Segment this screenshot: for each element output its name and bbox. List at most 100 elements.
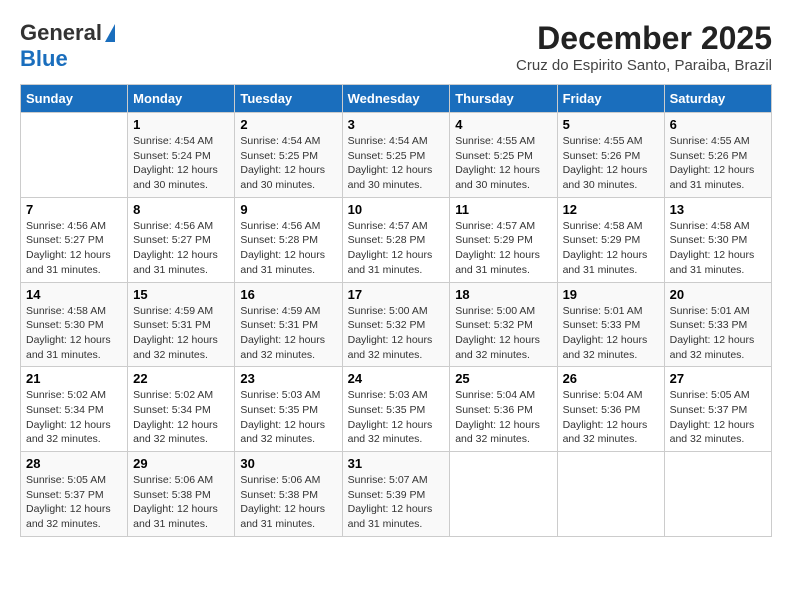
calendar-cell	[557, 452, 664, 537]
calendar-cell: 11 Sunrise: 4:57 AMSunset: 5:29 PMDayligh…	[450, 197, 557, 282]
cell-info: Sunrise: 4:57 AMSunset: 5:28 PMDaylight:…	[348, 219, 445, 278]
day-number: 28	[26, 456, 122, 471]
day-number: 9	[240, 202, 336, 217]
day-number: 29	[133, 456, 229, 471]
calendar-cell: 3 Sunrise: 4:54 AMSunset: 5:25 PMDaylight…	[342, 113, 450, 198]
page-title: December 2025	[516, 20, 772, 57]
cell-info: Sunrise: 5:02 AMSunset: 5:34 PMDaylight:…	[26, 388, 122, 447]
weekday-header: Friday	[557, 85, 664, 113]
calendar-cell: 16 Sunrise: 4:59 AMSunset: 5:31 PMDayligh…	[235, 282, 342, 367]
day-number: 15	[133, 287, 229, 302]
day-number: 22	[133, 371, 229, 386]
calendar-cell: 4 Sunrise: 4:55 AMSunset: 5:25 PMDaylight…	[450, 113, 557, 198]
day-number: 19	[563, 287, 659, 302]
day-number: 14	[26, 287, 122, 302]
day-number: 2	[240, 117, 336, 132]
calendar-cell: 29 Sunrise: 5:06 AMSunset: 5:38 PMDayligh…	[128, 452, 235, 537]
cell-info: Sunrise: 4:58 AMSunset: 5:30 PMDaylight:…	[670, 219, 766, 278]
logo-blue: Blue	[20, 46, 68, 71]
calendar-cell: 30Sunrise: 5:06 AMSunset: 5:38 PMDayligh…	[235, 452, 342, 537]
day-number: 13	[670, 202, 766, 217]
day-number: 4	[455, 117, 551, 132]
cell-info: Sunrise: 5:06 AMSunset: 5:38 PMDaylight:…	[240, 473, 336, 532]
calendar-cell	[450, 452, 557, 537]
calendar-cell: 6 Sunrise: 4:55 AMSunset: 5:26 PMDaylight…	[664, 113, 771, 198]
cell-info: Sunrise: 5:07 AMSunset: 5:39 PMDaylight:…	[348, 473, 445, 532]
cell-info: Sunrise: 4:54 AMSunset: 5:24 PMDaylight:…	[133, 134, 229, 193]
cell-info: Sunrise: 5:05 AMSunset: 5:37 PMDaylight:…	[26, 473, 122, 532]
calendar-cell	[21, 113, 128, 198]
calendar-cell: 1 Sunrise: 4:54 AMSunset: 5:24 PMDaylight…	[128, 113, 235, 198]
day-number: 12	[563, 202, 659, 217]
page-header: General Blue December 2025 Cruz do Espir…	[20, 20, 772, 74]
cell-info: Sunrise: 5:00 AMSunset: 5:32 PMDaylight:…	[348, 304, 445, 363]
calendar-cell	[664, 452, 771, 537]
cell-info: Sunrise: 4:59 AMSunset: 5:31 PMDaylight:…	[240, 304, 336, 363]
calendar-cell: 12 Sunrise: 4:58 AMSunset: 5:29 PMDayligh…	[557, 197, 664, 282]
calendar-cell: 19 Sunrise: 5:01 AMSunset: 5:33 PMDayligh…	[557, 282, 664, 367]
calendar-cell: 15 Sunrise: 4:59 AMSunset: 5:31 PMDayligh…	[128, 282, 235, 367]
cell-info: Sunrise: 4:56 AMSunset: 5:27 PMDaylight:…	[26, 219, 122, 278]
calendar-cell: 18 Sunrise: 5:00 AMSunset: 5:32 PMDayligh…	[450, 282, 557, 367]
cell-info: Sunrise: 4:55 AMSunset: 5:25 PMDaylight:…	[455, 134, 551, 193]
cell-info: Sunrise: 4:56 AMSunset: 5:27 PMDaylight:…	[133, 219, 229, 278]
calendar-cell: 7Sunrise: 4:56 AMSunset: 5:27 PMDaylight…	[21, 197, 128, 282]
calendar-cell: 13 Sunrise: 4:58 AMSunset: 5:30 PMDayligh…	[664, 197, 771, 282]
calendar-cell: 14Sunrise: 4:58 AMSunset: 5:30 PMDayligh…	[21, 282, 128, 367]
weekday-header: Saturday	[664, 85, 771, 113]
cell-info: Sunrise: 5:04 AMSunset: 5:36 PMDaylight:…	[455, 388, 551, 447]
weekday-header: Wednesday	[342, 85, 450, 113]
cell-info: Sunrise: 5:00 AMSunset: 5:32 PMDaylight:…	[455, 304, 551, 363]
calendar-cell: 10 Sunrise: 4:57 AMSunset: 5:28 PMDayligh…	[342, 197, 450, 282]
weekday-header: Tuesday	[235, 85, 342, 113]
day-number: 20	[670, 287, 766, 302]
day-number: 27	[670, 371, 766, 386]
cell-info: Sunrise: 4:55 AMSunset: 5:26 PMDaylight:…	[670, 134, 766, 193]
day-number: 24	[348, 371, 445, 386]
cell-info: Sunrise: 4:54 AMSunset: 5:25 PMDaylight:…	[348, 134, 445, 193]
calendar-cell: 8Sunrise: 4:56 AMSunset: 5:27 PMDaylight…	[128, 197, 235, 282]
cell-info: Sunrise: 5:01 AMSunset: 5:33 PMDaylight:…	[563, 304, 659, 363]
day-number: 1	[133, 117, 229, 132]
calendar-cell: 26 Sunrise: 5:04 AMSunset: 5:36 PMDayligh…	[557, 367, 664, 452]
day-number: 16	[240, 287, 336, 302]
day-number: 31	[348, 456, 445, 471]
calendar-cell: 22Sunrise: 5:02 AMSunset: 5:34 PMDayligh…	[128, 367, 235, 452]
logo: General Blue	[20, 20, 115, 72]
day-number: 6	[670, 117, 766, 132]
cell-info: Sunrise: 5:03 AMSunset: 5:35 PMDaylight:…	[348, 388, 445, 447]
day-number: 11	[455, 202, 551, 217]
cell-info: Sunrise: 4:59 AMSunset: 5:31 PMDaylight:…	[133, 304, 229, 363]
cell-info: Sunrise: 5:04 AMSunset: 5:36 PMDaylight:…	[563, 388, 659, 447]
title-block: December 2025 Cruz do Espirito Santo, Pa…	[516, 20, 772, 74]
day-number: 26	[563, 371, 659, 386]
calendar-table: SundayMondayTuesdayWednesdayThursdayFrid…	[20, 84, 772, 537]
calendar-cell: 31 Sunrise: 5:07 AMSunset: 5:39 PMDayligh…	[342, 452, 450, 537]
day-number: 18	[455, 287, 551, 302]
cell-info: Sunrise: 4:56 AMSunset: 5:28 PMDaylight:…	[240, 219, 336, 278]
calendar-cell: 28 Sunrise: 5:05 AMSunset: 5:37 PMDayligh…	[21, 452, 128, 537]
cell-info: Sunrise: 4:58 AMSunset: 5:29 PMDaylight:…	[563, 219, 659, 278]
page-subtitle: Cruz do Espirito Santo, Paraiba, Brazil	[516, 57, 772, 74]
day-number: 21	[26, 371, 122, 386]
day-number: 17	[348, 287, 445, 302]
calendar-cell: 9 Sunrise: 4:56 AMSunset: 5:28 PMDaylight…	[235, 197, 342, 282]
cell-info: Sunrise: 5:01 AMSunset: 5:33 PMDaylight:…	[670, 304, 766, 363]
logo-general: General	[20, 20, 102, 46]
calendar-cell: 21 Sunrise: 5:02 AMSunset: 5:34 PMDayligh…	[21, 367, 128, 452]
day-number: 10	[348, 202, 445, 217]
cell-info: Sunrise: 4:57 AMSunset: 5:29 PMDaylight:…	[455, 219, 551, 278]
weekday-header: Thursday	[450, 85, 557, 113]
day-number: 3	[348, 117, 445, 132]
weekday-header: Sunday	[21, 85, 128, 113]
calendar-cell: 17 Sunrise: 5:00 AMSunset: 5:32 PMDayligh…	[342, 282, 450, 367]
calendar-cell: 20 Sunrise: 5:01 AMSunset: 5:33 PMDayligh…	[664, 282, 771, 367]
calendar-cell: 23Sunrise: 5:03 AMSunset: 5:35 PMDayligh…	[235, 367, 342, 452]
day-number: 25	[455, 371, 551, 386]
calendar-cell: 24 Sunrise: 5:03 AMSunset: 5:35 PMDayligh…	[342, 367, 450, 452]
cell-info: Sunrise: 5:05 AMSunset: 5:37 PMDaylight:…	[670, 388, 766, 447]
calendar-cell: 27 Sunrise: 5:05 AMSunset: 5:37 PMDayligh…	[664, 367, 771, 452]
cell-info: Sunrise: 5:06 AMSunset: 5:38 PMDaylight:…	[133, 473, 229, 532]
cell-info: Sunrise: 5:03 AMSunset: 5:35 PMDaylight:…	[240, 388, 336, 447]
calendar-cell: 2Sunrise: 4:54 AMSunset: 5:25 PMDaylight…	[235, 113, 342, 198]
